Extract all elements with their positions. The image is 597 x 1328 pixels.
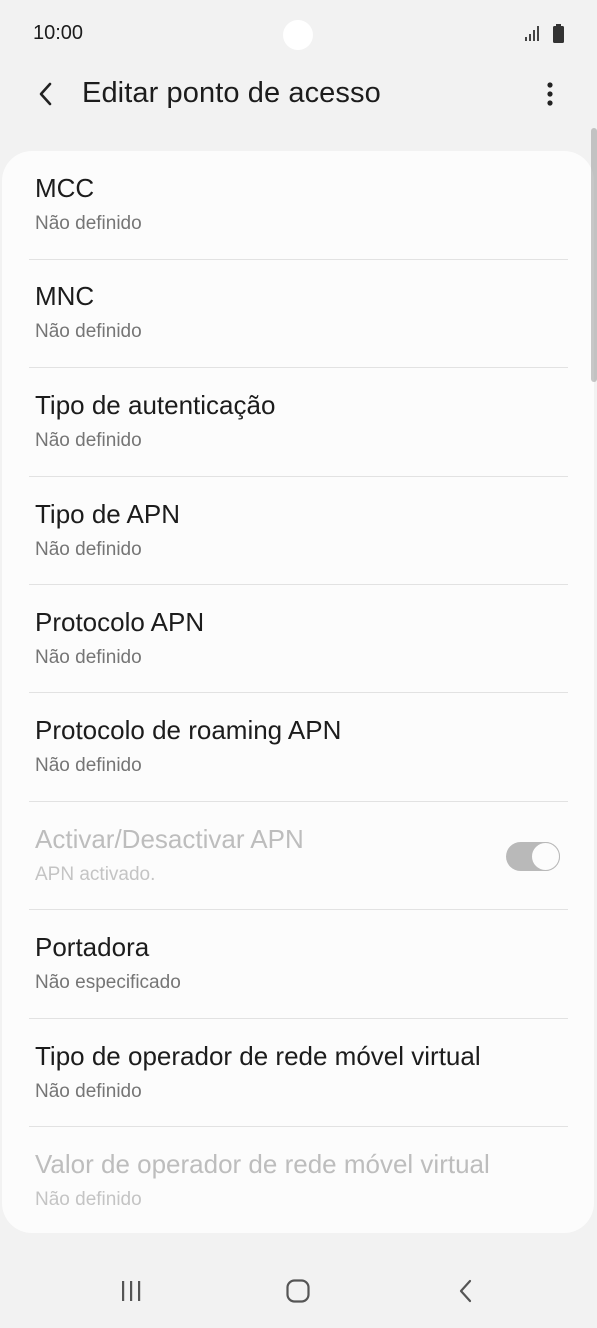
more-vertical-icon [547,82,553,106]
setting-value: APN activado. [35,864,156,885]
setting-mnc[interactable]: MNC Não definido [2,259,594,367]
chevron-left-icon [39,82,52,106]
app-bar: Editar ponto de acesso [0,68,597,124]
more-options-button[interactable] [530,74,570,114]
setting-label: MNC [35,281,95,311]
setting-value: Não definido [35,321,142,342]
status-time: 10:00 [33,22,84,44]
recents-button[interactable] [101,1271,161,1311]
battery-icon [552,24,566,49]
setting-apn-roaming-protocol[interactable]: Protocolo de roaming APN Não definido [2,693,594,801]
page-title: Editar ponto de acesso [82,77,381,109]
setting-apn-protocol[interactable]: Protocolo APN Não definido [2,585,594,693]
setting-label: Tipo de APN [35,499,181,529]
scrollbar[interactable] [591,128,597,382]
setting-apn-type[interactable]: Tipo de APN Não definido [2,477,594,585]
setting-value: Não definido [35,213,142,234]
camera-cutout [283,20,313,50]
signal-icon [523,24,543,47]
apn-enable-toggle [506,842,560,871]
setting-label: Tipo de autenticação [35,390,276,420]
setting-label: MCC [35,173,95,203]
setting-mvno-type[interactable]: Tipo de operador de rede móvel virtual N… [2,1019,594,1127]
home-button[interactable] [268,1271,328,1311]
setting-label: Protocolo APN [35,607,205,637]
setting-value: Não definido [35,1081,142,1102]
setting-mvno-value: Valor de operador de rede móvel virtual … [2,1127,594,1233]
setting-value: Não definido [35,647,142,668]
recents-icon [122,1281,141,1301]
back-button[interactable] [28,74,64,114]
setting-label: Portadora [35,932,150,962]
status-bar: 10:00 [0,0,597,68]
setting-bearer[interactable]: Portadora Não especificado [2,910,594,1018]
setting-apn-enable: Activar/Desactivar APN APN activado. [2,802,594,910]
setting-value: Não especificado [35,972,181,993]
toggle-knob [531,842,560,871]
settings-list: MCC Não definido MNC Não definido Tipo d… [2,151,594,1233]
setting-label: Valor de operador de rede móvel virtual [35,1149,490,1179]
setting-label: Protocolo de roaming APN [35,715,342,745]
setting-value: Não definido [35,430,142,451]
back-icon [459,1279,472,1303]
setting-auth-type[interactable]: Tipo de autenticação Não definido [2,368,594,476]
setting-value: Não definido [35,539,142,560]
setting-value: Não definido [35,1189,142,1210]
setting-mcc[interactable]: MCC Não definido [2,151,594,259]
navigation-bar [0,1255,597,1328]
setting-label: Activar/Desactivar APN [35,824,304,854]
home-icon [286,1279,310,1303]
setting-value: Não definido [35,755,142,776]
setting-label: Tipo de operador de rede móvel virtual [35,1041,481,1071]
nav-back-button[interactable] [436,1271,496,1311]
